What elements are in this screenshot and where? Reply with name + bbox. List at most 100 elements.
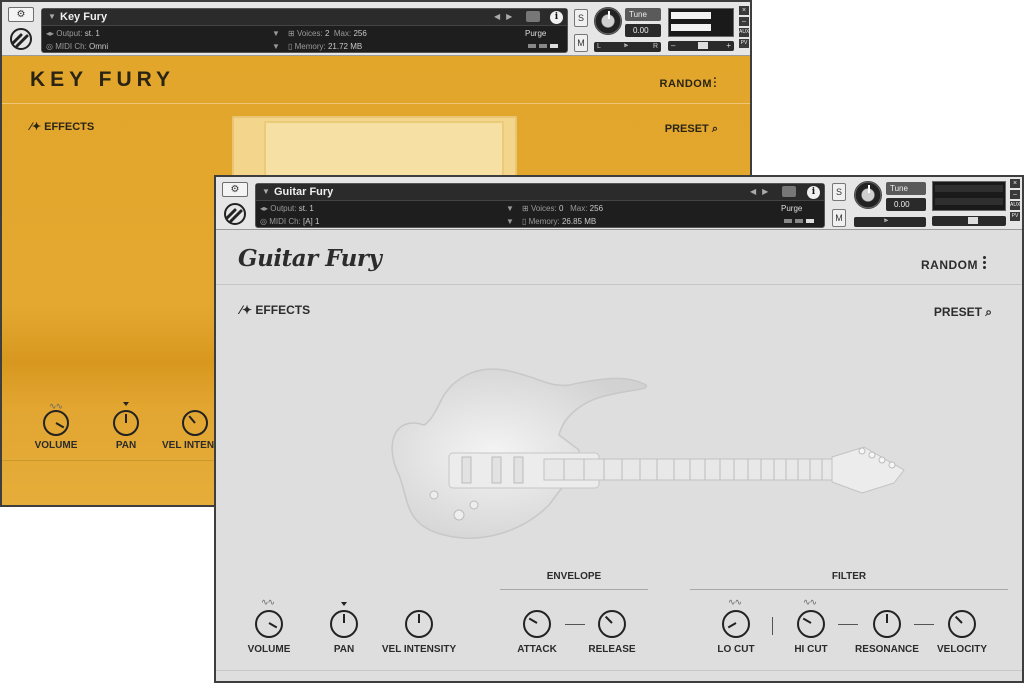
more-vert-icon[interactable] [983,256,986,270]
pan-slider[interactable]: L ⫸ R [594,42,661,52]
wave-icon: ∿∿ [728,597,742,607]
volume-slider[interactable]: – + [668,41,734,51]
volume-knob[interactable] [255,610,283,638]
volume-label: VOLUME [34,440,78,451]
guitar-image [391,368,905,539]
tune-label: Tune [625,8,661,21]
link-line [838,624,858,625]
more-vert-icon[interactable]: · · · [713,74,717,93]
minimize-icon[interactable]: – [1010,190,1020,199]
info-icon[interactable]: i [807,186,820,199]
camera-icon[interactable] [526,11,540,22]
resonance-knob[interactable] [873,610,901,638]
instrument-menu-caret-icon[interactable]: ▼ [48,12,56,21]
volume-label: VOLUME [247,644,291,655]
random-button[interactable]: RANDOM [921,258,978,272]
close-icon[interactable]: × [739,6,749,15]
envelope-section-title: ENVELOPE [546,571,602,582]
pan-knob[interactable] [330,610,358,638]
camera-icon[interactable] [782,186,796,197]
vel-intensity-knob[interactable] [182,410,208,436]
effects-button[interactable]: ⁄✦ EFFECTS [240,303,310,317]
kontakt-logo-icon [224,203,246,225]
vel-intensity-label: VEL INTENSITY [381,644,457,655]
volume-knob[interactable] [43,410,69,436]
divider [690,589,1008,590]
output-dropdown-icon[interactable]: ▼ [506,204,514,213]
pan-label: PAN [333,644,355,655]
kontakt-instrument-header: ⚙ ▼ Guitar Fury ◀▶ i ◂▸ Output: st. 1 ▼ … [216,177,1022,230]
solo-button[interactable]: S [832,183,846,201]
tune-label: Tune [886,182,926,195]
center-marker-icon [341,602,347,606]
wand-icon: ⁄✦ [30,121,45,133]
velocity-label: VELOCITY [936,644,987,655]
velocity-knob[interactable] [948,610,976,638]
filter-section-title: FILTER [831,571,867,582]
vel-intensity-label: VEL INTENSI [162,440,222,451]
instrument-nav-arrows[interactable]: ◀▶ [494,12,518,21]
purge-indicator [528,44,558,48]
info-icon[interactable]: i [550,11,563,24]
output-field[interactable]: ◂▸ Output: st. 1 [46,29,100,38]
midi-channel-field[interactable]: ◎ MIDI Ch: [A] 1 [260,217,319,226]
release-knob[interactable] [598,610,626,638]
level-meter [668,8,734,37]
guitar-fury-panel: Guitar Fury RANDOM ⁄✦ EFFECTS PRESET ⌕ E… [216,230,1022,681]
pan-slider[interactable]: ⫸ [854,217,926,227]
link-line [914,624,934,625]
wrench-icon[interactable]: ⚙ [8,7,34,22]
instrument-nav-arrows[interactable]: ◀▶ [750,187,774,196]
tune-knob[interactable] [594,7,622,35]
voices-readout: ⊞ Voices: 0 Max: 256 [522,204,604,213]
memory-readout: ▯ Memory: 21.72 MB [288,42,363,51]
search-icon: ⌕ [711,123,718,135]
guitar-fury-window: ⚙ ▼ Guitar Fury ◀▶ i ◂▸ Output: st. 1 ▼ … [214,175,1024,683]
close-icon[interactable]: × [1010,179,1020,188]
memory-readout: ▯ Memory: 26.85 MB [522,217,597,226]
divider [216,284,1022,285]
instrument-info-box: ▼ Guitar Fury ◀▶ i ◂▸ Output: st. 1 ▼ ⊞ … [255,183,825,228]
divider [216,670,1022,671]
midi-dropdown-icon[interactable]: ▼ [506,217,514,226]
level-meter [932,181,1006,211]
random-button[interactable]: RANDOM [660,78,713,90]
mute-button[interactable]: M [574,34,588,52]
pv-button[interactable]: PV [739,39,749,48]
attack-knob[interactable] [523,610,551,638]
tune-knob[interactable] [854,181,882,209]
pan-knob[interactable] [113,410,139,436]
tune-value[interactable]: 0.00 [886,198,926,211]
aux-button[interactable]: AUX [739,28,749,37]
pv-button[interactable]: PV [1010,212,1020,221]
output-dropdown-icon[interactable]: ▼ [272,29,280,38]
preset-button[interactable]: PRESET ⌕ [934,305,992,320]
volume-slider[interactable] [932,216,1006,226]
mute-button[interactable]: M [832,209,846,227]
instrument-title: KEY FURY [30,68,176,91]
attack-label: ATTACK [517,644,557,655]
instrument-menu-caret-icon[interactable]: ▼ [262,187,270,196]
wave-icon: ∿∿ [261,597,275,607]
tune-value[interactable]: 0.00 [625,24,661,37]
resonance-label: RESONANCE [855,644,919,655]
instrument-name: Guitar Fury [274,186,334,198]
vel-intensity-knob[interactable] [405,610,433,638]
lo-cut-knob[interactable] [722,610,750,638]
hi-cut-knob[interactable] [797,610,825,638]
purge-menu[interactable]: Purge [781,204,802,213]
minimize-icon[interactable]: – [739,17,749,26]
output-field[interactable]: ◂▸ Output: st. 1 [260,204,314,213]
instrument-name: Key Fury [60,11,108,23]
wrench-icon[interactable]: ⚙ [222,182,248,197]
solo-button[interactable]: S [574,9,588,27]
aux-button[interactable]: AUX [1010,201,1020,210]
preset-button[interactable]: PRESET ⌕ [665,123,718,136]
effects-button[interactable]: ⁄✦ EFFECTS [30,120,94,133]
midi-dropdown-icon[interactable]: ▼ [272,42,280,51]
lo-cut-label: LO CUT [717,644,755,655]
midi-channel-field[interactable]: ◎ MIDI Ch: Omni [46,42,108,51]
center-marker-icon [123,402,129,406]
purge-menu[interactable]: Purge [525,29,546,38]
kontakt-logo-icon [10,28,32,50]
